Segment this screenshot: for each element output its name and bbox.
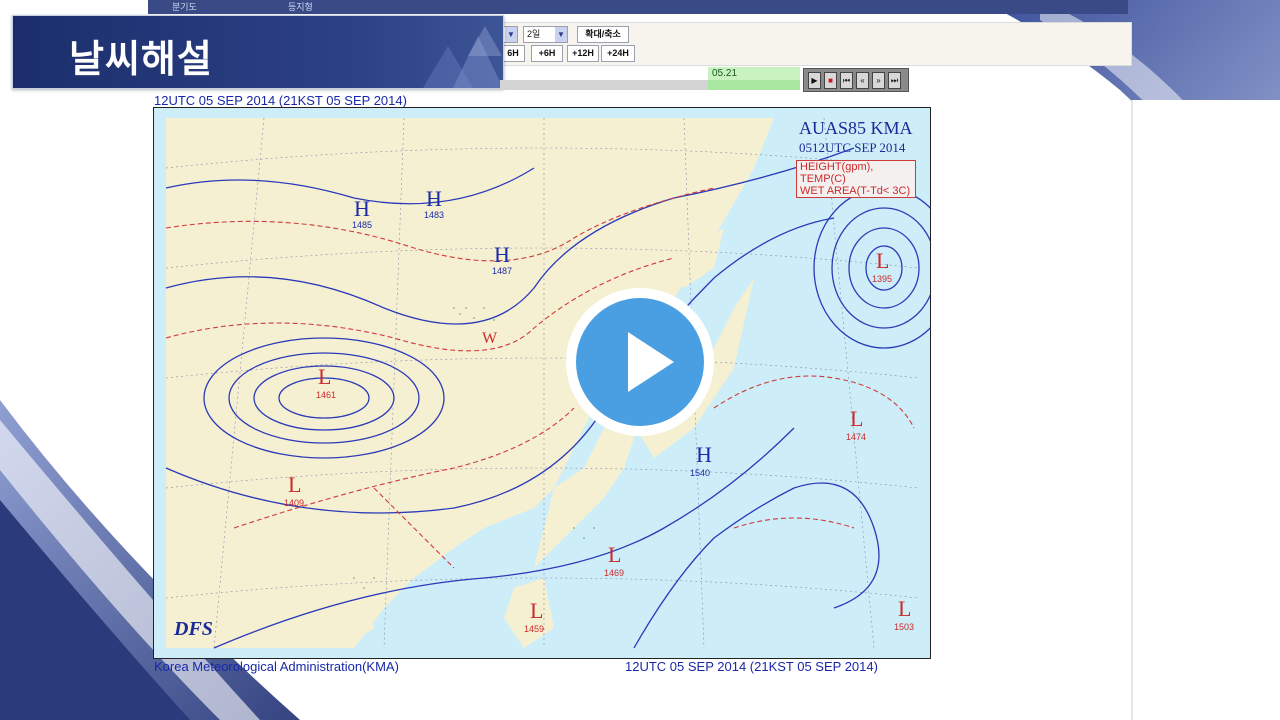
step-back-6h-button[interactable]: 6H bbox=[501, 45, 525, 62]
pressure-value: 1469 bbox=[604, 568, 625, 578]
map-footer-right: 12UTC 05 SEP 2014 (21KST 05 SEP 2014) bbox=[625, 659, 878, 674]
step-fwd-12h-button[interactable]: +12H bbox=[567, 45, 599, 62]
pressure-value: 1395 bbox=[872, 274, 893, 284]
next-frame-icon[interactable]: » bbox=[872, 72, 885, 89]
legend-time: 0512UTC SEP 2014 bbox=[799, 140, 906, 155]
pressure-value: 1540 bbox=[690, 468, 711, 478]
map-footer-left: Korea Meteorological Administration(KMA) bbox=[154, 659, 399, 674]
first-frame-icon[interactable]: ⏮ bbox=[840, 72, 853, 89]
pressure-marker: L bbox=[850, 406, 864, 431]
last-frame-icon[interactable]: ⏭ bbox=[888, 72, 901, 89]
triangle-decoration-icon bbox=[423, 26, 503, 88]
pressure-marker: L bbox=[608, 542, 622, 567]
pressure-value: 1503 bbox=[894, 622, 915, 632]
pressure-value: 1459 bbox=[524, 624, 545, 634]
map-legend: AUAS85 KMA 0512UTC SEP 2014 HEIGHT(gpm),… bbox=[796, 118, 916, 203]
top-tab-1[interactable]: 분기도 bbox=[172, 0, 197, 13]
video-play-button[interactable] bbox=[566, 288, 714, 436]
pressure-marker: L bbox=[876, 248, 890, 273]
timeline-current-label: 05.21 bbox=[712, 68, 738, 79]
period-select[interactable]: 2일 ▼ bbox=[523, 26, 568, 43]
title-banner: 날씨해설 bbox=[12, 15, 504, 89]
chevron-down-icon: ▼ bbox=[505, 27, 517, 42]
zoom-button[interactable]: 확대/축소 bbox=[577, 26, 629, 43]
map-header-time: 12UTC 05 SEP 2014 (21KST 05 SEP 2014) bbox=[154, 93, 407, 108]
pressure-value: 1485 bbox=[352, 220, 373, 230]
pressure-marker: H bbox=[426, 186, 442, 211]
pressure-marker: L bbox=[530, 598, 544, 623]
pressure-marker: H bbox=[696, 442, 712, 467]
player-controls: ▶ ■ ⏮ « » ⏭ bbox=[803, 68, 909, 92]
pressure-value: 1483 bbox=[424, 210, 445, 220]
pressure-value: 1409 bbox=[284, 498, 305, 508]
legend-line-2: WET AREA(T-Td< 3C) bbox=[800, 185, 911, 197]
pressure-value: 1474 bbox=[846, 432, 867, 442]
pressure-marker: H bbox=[494, 242, 510, 267]
weather-map: AUAS85 KMA 0512UTC SEP 2014 HEIGHT(gpm),… bbox=[153, 107, 931, 659]
legend-title: AUAS85 KMA bbox=[799, 118, 913, 138]
pressure-marker: H bbox=[354, 196, 370, 221]
period-select-value: 2일 bbox=[527, 29, 541, 39]
pressure-marker: L bbox=[288, 472, 302, 497]
pressure-marker: L bbox=[318, 364, 332, 389]
timeline-bar[interactable]: 05.21 bbox=[500, 67, 800, 90]
step-fwd-6h-button[interactable]: +6H bbox=[531, 45, 563, 62]
play-icon[interactable]: ▶ bbox=[808, 72, 821, 89]
pressure-marker: L bbox=[898, 596, 912, 621]
top-navigation-strip: 분기도 등지형 bbox=[148, 0, 1128, 14]
prev-frame-icon[interactable]: « bbox=[856, 72, 869, 89]
map-toolbar: ▼ 2일 ▼ 확대/축소 6H +6H +12H +24H bbox=[500, 22, 1132, 66]
step-fwd-24h-button[interactable]: +24H bbox=[601, 45, 635, 62]
stop-icon[interactable]: ■ bbox=[824, 72, 837, 89]
page-title: 날씨해설 bbox=[69, 37, 213, 81]
pressure-marker: W bbox=[482, 330, 498, 347]
play-icon bbox=[628, 332, 674, 392]
play-button-circle bbox=[576, 298, 704, 426]
legend-box: HEIGHT(gpm), TEMP(C) WET AREA(T-Td< 3C) bbox=[796, 160, 916, 198]
pressure-value: 1461 bbox=[316, 390, 337, 400]
step-fwd-24h-label: 24H bbox=[612, 48, 629, 58]
legend-line-1: HEIGHT(gpm), TEMP(C) bbox=[800, 161, 874, 185]
chevron-down-icon: ▼ bbox=[555, 27, 567, 42]
step-fwd-6h-label: 6H bbox=[543, 48, 556, 58]
dfs-logo: DFS bbox=[174, 618, 213, 640]
top-tab-2[interactable]: 등지형 bbox=[288, 0, 313, 13]
step-fwd-12h-label: 12H bbox=[577, 48, 594, 58]
pressure-value: 1487 bbox=[492, 266, 513, 276]
timeline-fill bbox=[708, 80, 800, 90]
